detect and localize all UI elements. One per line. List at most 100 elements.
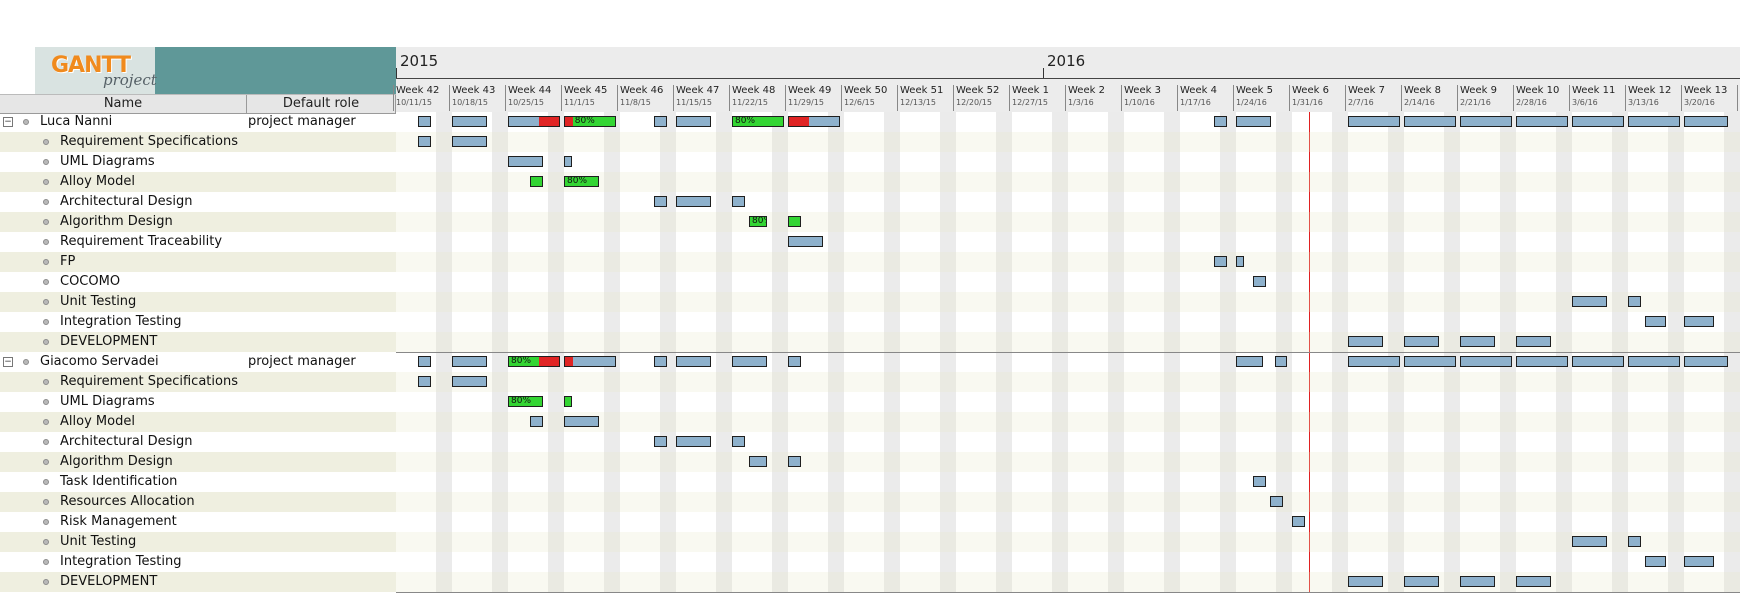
task-bar[interactable]	[654, 116, 667, 127]
task-row[interactable]: Requirement Traceability	[0, 232, 396, 252]
task-bar[interactable]	[1348, 576, 1383, 587]
task-bar[interactable]	[1348, 116, 1400, 127]
task-bar[interactable]	[1460, 356, 1512, 367]
task-bar[interactable]	[564, 416, 599, 427]
task-bar[interactable]	[1460, 576, 1495, 587]
task-bar[interactable]	[654, 436, 667, 447]
task-bar[interactable]	[788, 116, 840, 127]
task-bar[interactable]	[418, 376, 431, 387]
task-bar[interactable]	[1404, 576, 1439, 587]
task-bar[interactable]	[676, 356, 711, 367]
task-bar[interactable]	[676, 196, 711, 207]
task-bar[interactable]	[1516, 356, 1568, 367]
task-row[interactable]: Algorithm Design	[0, 452, 396, 472]
task-bar[interactable]	[1253, 476, 1266, 487]
task-row[interactable]: Integration Testing	[0, 552, 396, 572]
task-bar[interactable]	[788, 356, 801, 367]
task-row[interactable]: Requirement Specifications	[0, 372, 396, 392]
task-bar[interactable]	[1684, 356, 1728, 367]
task-bar[interactable]	[564, 396, 572, 407]
task-row[interactable]: UML Diagrams	[0, 392, 396, 412]
task-bar[interactable]	[1460, 116, 1512, 127]
task-bar[interactable]: 80%	[749, 216, 767, 227]
task-bar[interactable]: 80%	[564, 176, 599, 187]
task-bar[interactable]	[1645, 556, 1666, 567]
task-bar[interactable]	[564, 156, 572, 167]
resource-row[interactable]: − Luca Nanni project manager	[0, 112, 396, 132]
task-bar[interactable]	[1236, 256, 1244, 267]
task-row[interactable]: Task Identification	[0, 472, 396, 492]
task-row[interactable]: Alloy Model	[0, 172, 396, 192]
task-row[interactable]: Unit Testing	[0, 292, 396, 312]
task-row[interactable]: Architectural Design	[0, 432, 396, 452]
task-bar[interactable]	[418, 356, 431, 367]
task-row[interactable]: DEVELOPMENT	[0, 332, 396, 352]
task-row[interactable]: UML Diagrams	[0, 152, 396, 172]
task-bar[interactable]	[452, 116, 487, 127]
task-bar[interactable]	[1516, 336, 1551, 347]
task-bar[interactable]	[1270, 496, 1283, 507]
task-bar[interactable]	[676, 116, 711, 127]
task-row[interactable]: Architectural Design	[0, 192, 396, 212]
task-row[interactable]: Integration Testing	[0, 312, 396, 332]
task-bar[interactable]	[1572, 356, 1624, 367]
task-bar[interactable]	[508, 116, 560, 127]
task-bar[interactable]	[1404, 116, 1456, 127]
task-row[interactable]: Unit Testing	[0, 532, 396, 552]
task-row[interactable]: Alloy Model	[0, 412, 396, 432]
name-column-header[interactable]: Name	[0, 95, 247, 113]
task-bar[interactable]	[1645, 316, 1666, 327]
task-bar[interactable]	[788, 456, 801, 467]
task-bar[interactable]	[1572, 116, 1624, 127]
task-bar[interactable]	[1572, 536, 1607, 547]
task-bar[interactable]	[788, 236, 823, 247]
task-bar[interactable]	[1460, 336, 1495, 347]
task-row[interactable]: COCOMO	[0, 272, 396, 292]
task-bar[interactable]	[1628, 116, 1680, 127]
task-bar[interactable]	[1404, 336, 1439, 347]
task-bar[interactable]	[452, 376, 487, 387]
task-bar[interactable]	[732, 356, 767, 367]
task-bar[interactable]	[1628, 296, 1641, 307]
task-bar[interactable]	[788, 216, 801, 227]
task-bar[interactable]	[654, 196, 667, 207]
task-bar[interactable]	[530, 176, 543, 187]
task-bar[interactable]	[1292, 516, 1305, 527]
task-row[interactable]: Algorithm Design	[0, 212, 396, 232]
task-bar[interactable]	[1628, 356, 1680, 367]
task-bar[interactable]: 80%	[732, 116, 784, 127]
task-bar[interactable]	[1214, 116, 1227, 127]
task-bar[interactable]	[1516, 576, 1551, 587]
task-bar[interactable]	[452, 136, 487, 147]
task-bar[interactable]: 80%	[508, 396, 543, 407]
task-bar[interactable]	[418, 136, 431, 147]
task-bar[interactable]	[508, 156, 543, 167]
task-bar[interactable]	[530, 416, 543, 427]
task-bar[interactable]	[1236, 356, 1263, 367]
task-bar[interactable]	[564, 356, 616, 367]
role-column-header[interactable]: Default role	[247, 95, 396, 113]
task-bar[interactable]	[732, 196, 745, 207]
task-bar[interactable]	[732, 436, 745, 447]
collapse-toggle[interactable]: −	[3, 357, 13, 367]
task-bar[interactable]: 80%	[508, 356, 560, 367]
task-bar[interactable]	[1214, 256, 1227, 267]
task-bar[interactable]: 80%	[564, 116, 616, 127]
task-bar[interactable]	[1236, 116, 1271, 127]
task-bar[interactable]	[418, 116, 431, 127]
task-bar[interactable]	[452, 356, 487, 367]
task-bar[interactable]	[1628, 536, 1641, 547]
task-bar[interactable]	[1404, 356, 1456, 367]
task-bar[interactable]	[1253, 276, 1266, 287]
task-bar[interactable]	[1684, 116, 1728, 127]
task-bar[interactable]	[749, 456, 767, 467]
task-bar[interactable]	[654, 356, 667, 367]
task-row[interactable]: FP	[0, 252, 396, 272]
task-bar[interactable]	[1572, 296, 1607, 307]
collapse-toggle[interactable]: −	[3, 117, 13, 127]
task-row[interactable]: Resources Allocation	[0, 492, 396, 512]
task-bar[interactable]	[1275, 356, 1287, 367]
task-bar[interactable]	[1684, 316, 1714, 327]
task-bar[interactable]	[1348, 356, 1400, 367]
resource-row[interactable]: − Giacomo Servadei project manager	[0, 352, 396, 372]
